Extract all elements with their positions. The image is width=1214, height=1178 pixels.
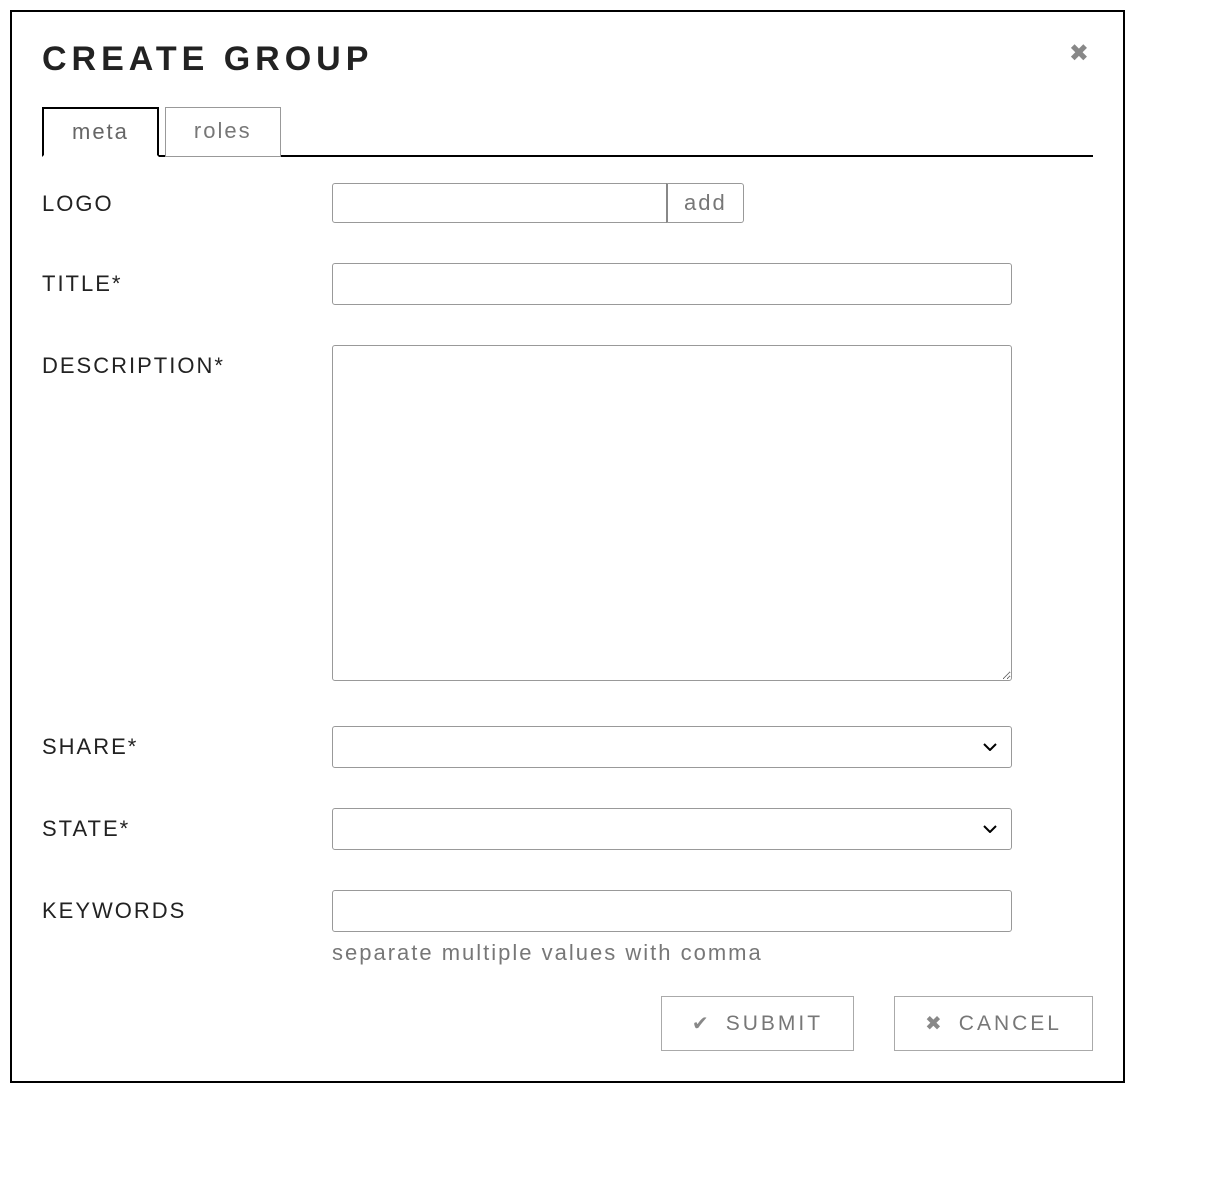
x-icon: ✖	[925, 1011, 945, 1036]
keywords-row: KEYWORDS separate multiple values with c…	[42, 890, 1093, 966]
form-body: LOGO add TITLE* DESCRIPTION* SHARE*	[42, 183, 1093, 966]
close-icon[interactable]: ✖	[1065, 40, 1093, 68]
state-label: STATE*	[42, 808, 332, 842]
state-select[interactable]	[332, 808, 1012, 850]
cancel-label: CANCEL	[959, 1012, 1062, 1036]
cancel-button[interactable]: ✖ CANCEL	[894, 996, 1093, 1051]
logo-input[interactable]	[332, 183, 667, 223]
dialog-title: CREATE GROUP	[42, 40, 373, 79]
share-select[interactable]	[332, 726, 1012, 768]
dialog-header: CREATE GROUP ✖	[42, 40, 1093, 79]
description-input[interactable]	[332, 345, 1012, 681]
description-label: DESCRIPTION*	[42, 345, 332, 379]
submit-button[interactable]: ✔ SUBMIT	[661, 996, 854, 1051]
state-row: STATE*	[42, 808, 1093, 850]
keywords-label: KEYWORDS	[42, 890, 332, 924]
keywords-input[interactable]	[332, 890, 1012, 932]
logo-row: LOGO add	[42, 183, 1093, 223]
share-label: SHARE*	[42, 726, 332, 760]
submit-label: SUBMIT	[726, 1012, 823, 1036]
keywords-hint: separate multiple values with comma	[332, 940, 1012, 966]
title-input[interactable]	[332, 263, 1012, 305]
logo-input-group: add	[332, 183, 1012, 223]
tabs: meta roles	[42, 107, 1093, 157]
description-row: DESCRIPTION*	[42, 345, 1093, 686]
add-logo-button[interactable]: add	[666, 183, 744, 223]
check-icon: ✔	[692, 1011, 712, 1036]
dialog-actions: ✔ SUBMIT ✖ CANCEL	[42, 996, 1093, 1051]
tab-roles[interactable]: roles	[165, 107, 281, 157]
title-label: TITLE*	[42, 263, 332, 297]
title-row: TITLE*	[42, 263, 1093, 305]
create-group-dialog: CREATE GROUP ✖ meta roles LOGO add TITLE…	[10, 10, 1125, 1083]
share-row: SHARE*	[42, 726, 1093, 768]
tab-meta[interactable]: meta	[42, 107, 159, 157]
logo-label: LOGO	[42, 183, 332, 217]
